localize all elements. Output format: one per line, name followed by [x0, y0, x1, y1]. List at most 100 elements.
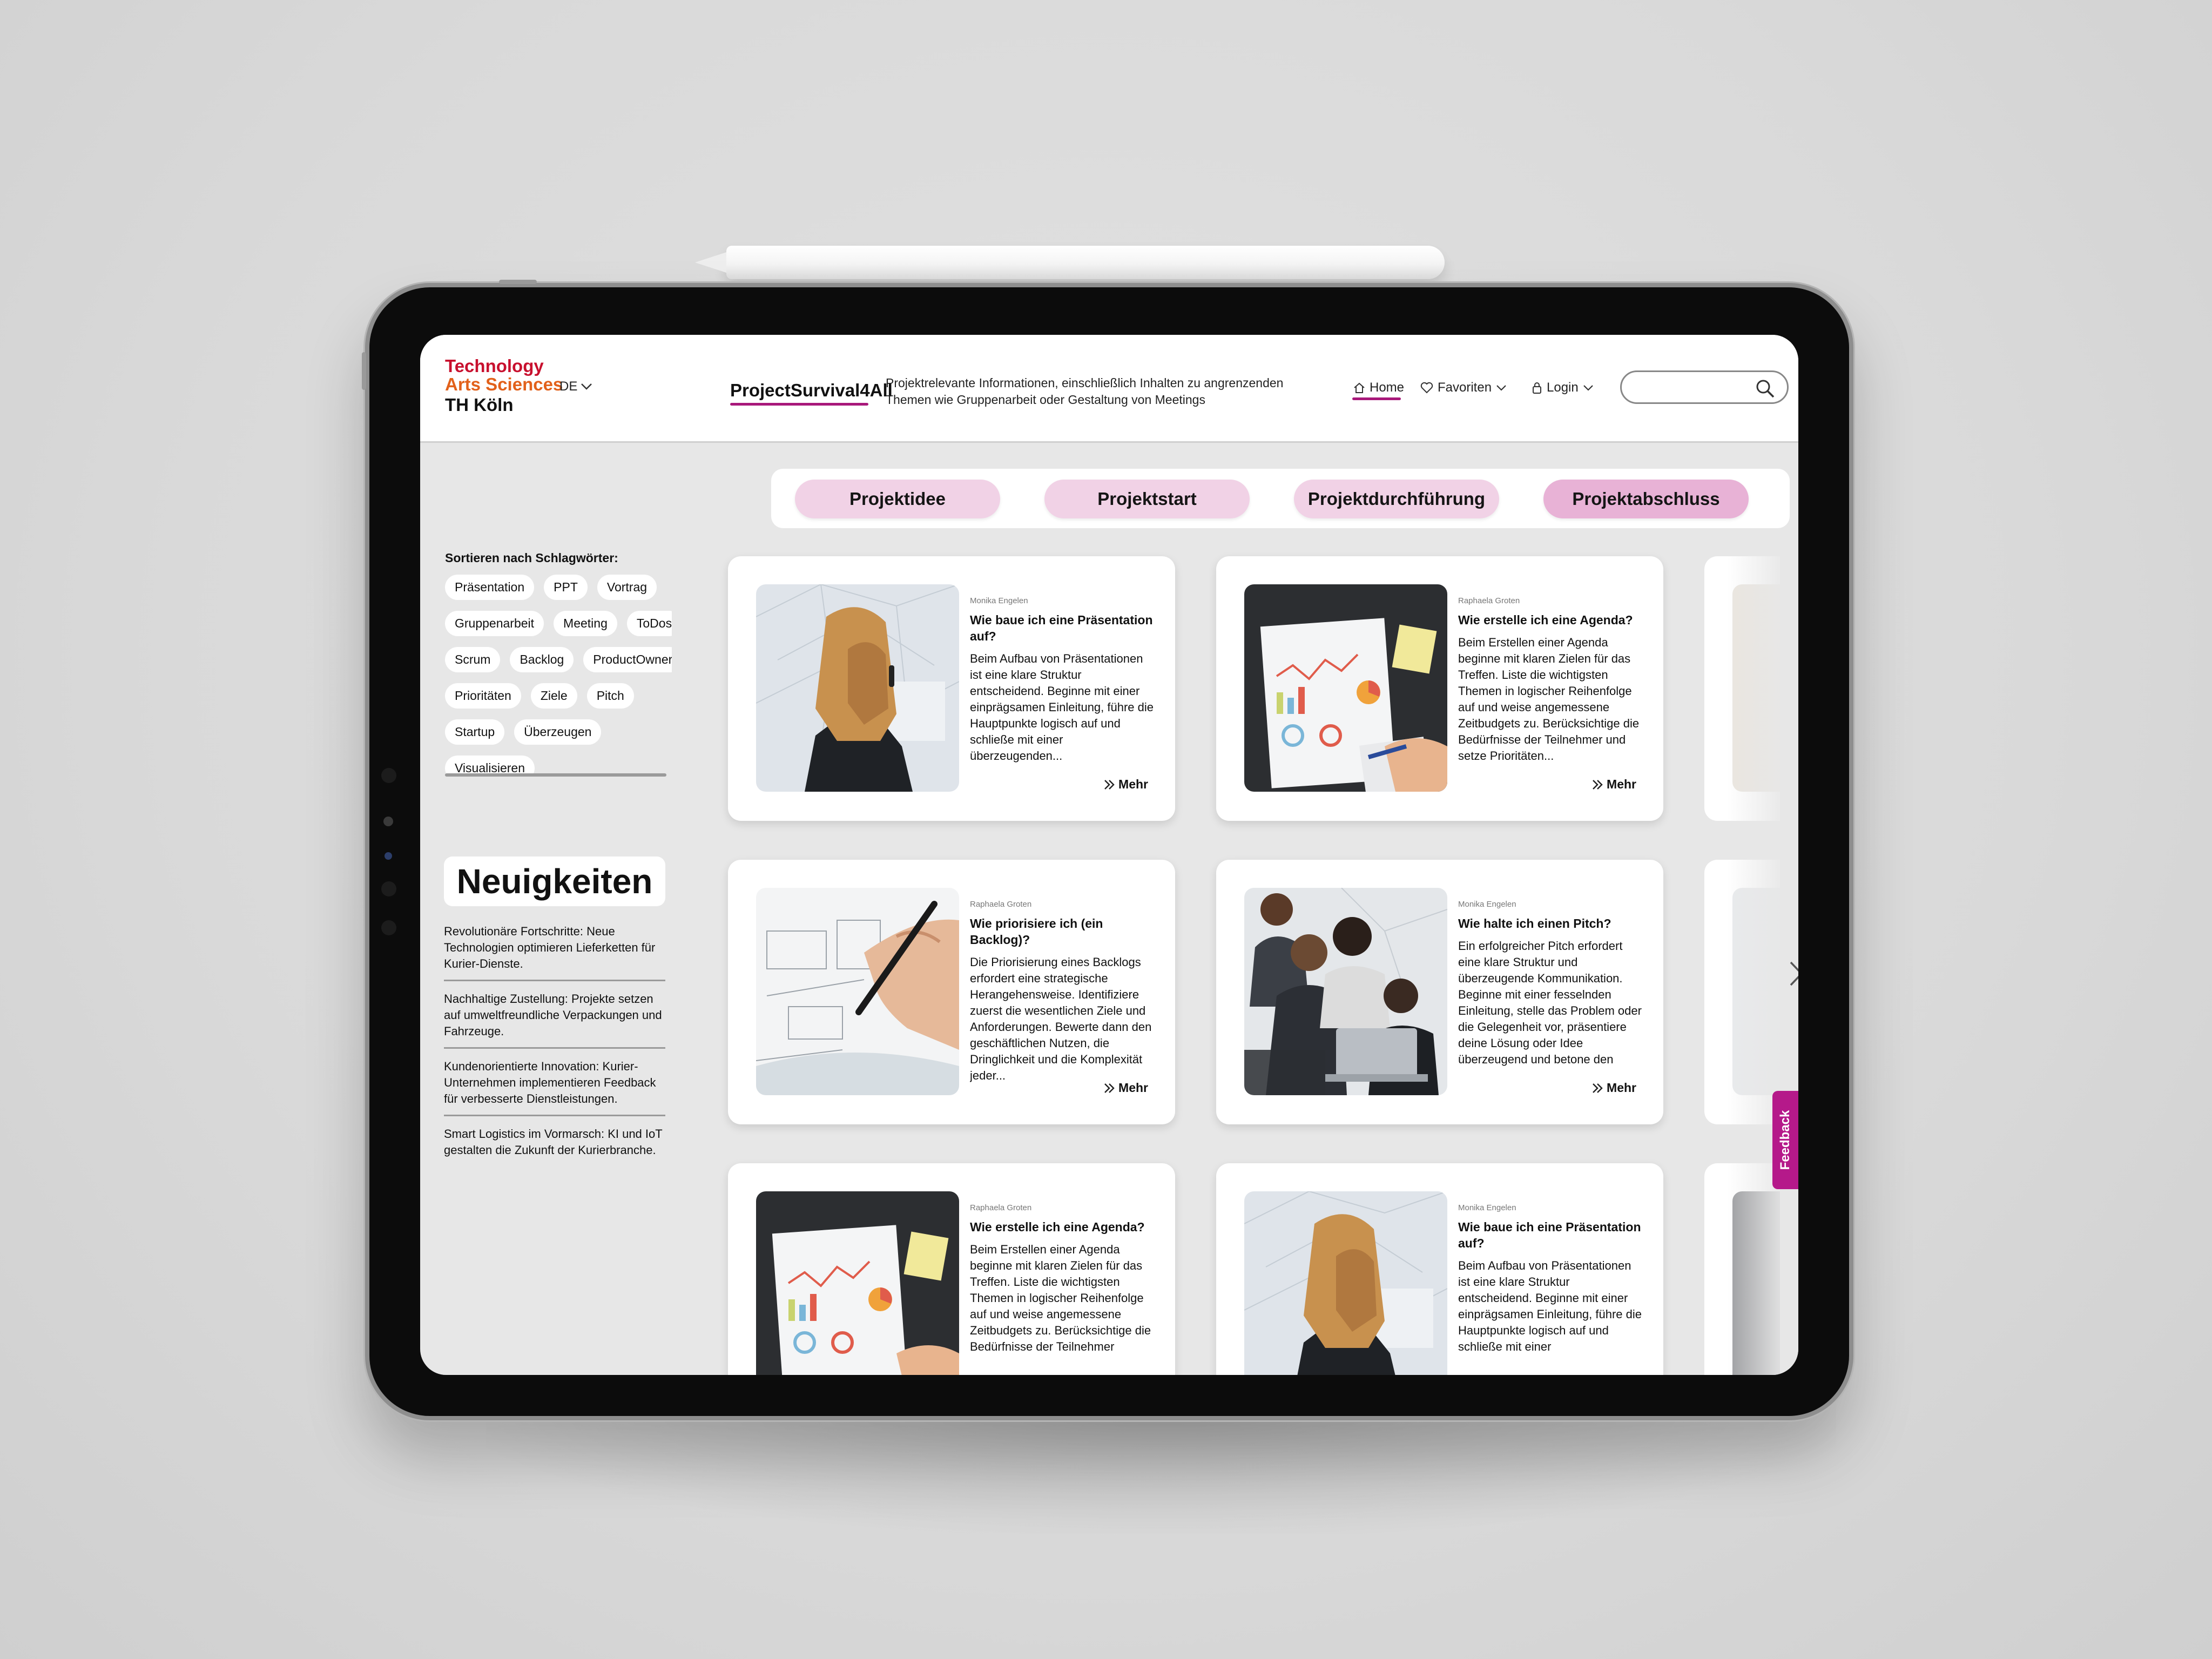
chevron-down-icon	[581, 383, 592, 390]
news-item[interactable]: Smart Logistics im Vormarsch: KI und IoT…	[444, 1126, 665, 1166]
news-item[interactable]: Revolutionäre Fortschritte: Neue Technol…	[444, 923, 665, 981]
tag-chip[interactable]: Überzeugen	[514, 719, 602, 745]
article-author: Monika Engelen	[1458, 900, 1516, 909]
article-card[interactable]: Raphaela Groten Wie erstelle ich eine Ag…	[728, 1163, 1175, 1375]
nav-login[interactable]: Login	[1532, 380, 1594, 395]
more-link[interactable]: Mehr	[1099, 1081, 1148, 1095]
chevron-down-icon	[1496, 385, 1506, 391]
tag-chip[interactable]: Präsentation	[445, 575, 535, 600]
feedback-button[interactable]: Feedback	[1772, 1091, 1798, 1189]
article-image	[756, 888, 959, 1095]
news-item[interactable]: Kundenorientierte Innovation: Kurier-Unt…	[444, 1058, 665, 1116]
tablet-device: Technology Arts Sciences TH Köln DE Proj…	[362, 280, 1853, 1420]
more-link[interactable]: Mehr	[1587, 1081, 1636, 1095]
nav-home-label: Home	[1370, 380, 1405, 395]
article-card[interactable]: Monika Engelen Wie baue ich eine Präsent…	[1216, 1163, 1663, 1375]
article-card[interactable]: Monika Engelen Wie halte ich einen Pitch…	[1216, 860, 1663, 1124]
tag-chip[interactable]: Backlog	[510, 647, 574, 672]
stylus-tip	[695, 252, 726, 273]
tab-projektdurchfuehrung[interactable]: Projektdurchführung	[1294, 480, 1499, 518]
more-label: Mehr	[1607, 777, 1636, 791]
article-author: Monika Engelen	[970, 596, 1028, 605]
tag-chip[interactable]: PPT	[544, 575, 588, 600]
tag-chip[interactable]: Gruppenarbeit	[445, 611, 544, 636]
double-chevron-right-icon	[1104, 1083, 1115, 1093]
tablet-screen: Technology Arts Sciences TH Köln DE Proj…	[420, 335, 1798, 1375]
article-text: Raphaela Groten Wie priorisiere ich (ein…	[970, 900, 1157, 1084]
article-card[interactable]: Raphaela Groten Wie priorisiere ich (ein…	[728, 860, 1175, 1124]
article-image	[1244, 1191, 1447, 1375]
logo-technology[interactable]: Technology	[445, 356, 544, 376]
stylus-pencil	[695, 246, 1445, 279]
tag-chip[interactable]: Meeting	[554, 611, 617, 636]
tag-chip[interactable]: Scrum	[445, 647, 501, 672]
article-image	[756, 1191, 959, 1375]
tab-projektabschluss[interactable]: Projektabschluss	[1543, 480, 1749, 518]
article-excerpt: Beim Erstellen einer Agenda beginne mit …	[1458, 636, 1640, 763]
more-link[interactable]: Mehr	[1099, 777, 1148, 792]
news-item[interactable]: Nachhaltige Zustellung: Projekte setzen …	[444, 991, 665, 1049]
tag-chip[interactable]: ProductOwner	[583, 647, 672, 672]
tag-filter-list: Präsentation PPT Vortrag Gruppenarbeit M…	[445, 575, 672, 774]
camera-lens	[385, 852, 392, 860]
article-text: Monika Engelen Wie halte ich einen Pitch…	[1458, 900, 1645, 1068]
brand-name[interactable]: ProjectSurvival4All	[730, 380, 893, 401]
double-chevron-right-icon	[1593, 1083, 1603, 1093]
article-author: Raphaela Groten	[1458, 596, 1520, 605]
tags-scrollbar[interactable]	[445, 773, 666, 777]
nav-home-underline	[1352, 397, 1401, 400]
search-icon[interactable]	[1755, 378, 1776, 400]
phase-tab-bar: Projektidee Projektstart Projektdurchfüh…	[771, 469, 1790, 528]
more-link[interactable]: Mehr	[1587, 777, 1636, 792]
camera-dot	[381, 920, 396, 935]
nav-favorites[interactable]: Favoriten	[1420, 380, 1507, 395]
article-title[interactable]: Wie baue ich eine Präsentation auf?	[970, 612, 1157, 644]
language-label: DE	[559, 379, 578, 394]
nav-home[interactable]: Home	[1353, 380, 1404, 395]
article-title[interactable]: Wie erstelle ich eine Agenda?	[970, 1219, 1157, 1235]
site-header: Technology Arts Sciences TH Köln DE Proj…	[420, 335, 1798, 443]
article-excerpt: Die Priorisierung eines Backlogs erforde…	[970, 955, 1152, 1082]
article-title[interactable]: Wie priorisiere ich (ein Backlog)?	[970, 915, 1157, 948]
article-excerpt: Beim Aufbau von Präsentationen ist eine …	[1458, 1259, 1642, 1353]
tag-chip[interactable]: Vortrag	[597, 575, 657, 600]
article-excerpt: Beim Erstellen einer Agenda beginne mit …	[970, 1243, 1151, 1353]
article-card[interactable]: Monika Engelen Wie baue ich eine Präsent…	[728, 556, 1175, 821]
volume-button	[499, 280, 537, 284]
more-label: Mehr	[1118, 777, 1148, 791]
tag-chip[interactable]: Pitch	[586, 683, 634, 709]
article-text: Monika Engelen Wie baue ich eine Präsent…	[1458, 1203, 1645, 1375]
news-list: Revolutionäre Fortschritte: Neue Technol…	[444, 923, 665, 1176]
article-title[interactable]: Wie erstelle ich eine Agenda?	[1458, 612, 1645, 628]
search-input[interactable]	[1620, 370, 1789, 404]
tag-chip[interactable]: Ziele	[530, 683, 577, 709]
article-title[interactable]: Wie baue ich eine Präsentation auf?	[1458, 1219, 1645, 1251]
article-author: Monika Engelen	[1458, 1203, 1516, 1212]
article-image	[1244, 888, 1447, 1095]
article-excerpt: Beim Aufbau von Präsentationen ist eine …	[970, 652, 1154, 763]
tab-projektidee[interactable]: Projektidee	[795, 480, 1000, 518]
lock-icon	[1533, 382, 1541, 394]
tag-chip[interactable]: ToDos	[626, 611, 672, 636]
logo-th-koeln[interactable]: TH Köln	[445, 395, 513, 415]
site-tagline: Projektrelevante Informationen, einschli…	[886, 376, 1284, 407]
camera-dot	[381, 768, 396, 783]
logo-arts-sciences[interactable]: Arts Sciences	[445, 375, 563, 394]
carousel-fade	[1727, 540, 1798, 1375]
article-author: Raphaela Groten	[970, 900, 1032, 909]
nav-favorites-label: Favoriten	[1438, 380, 1492, 395]
article-text: Monika Engelen Wie baue ich eine Präsent…	[970, 596, 1157, 780]
chevron-right-icon[interactable]	[1789, 960, 1798, 987]
double-chevron-right-icon	[1593, 779, 1603, 790]
article-image	[756, 584, 959, 792]
feedback-label: Feedback	[1778, 1110, 1792, 1170]
article-card[interactable]: Raphaela Groten Wie erstelle ich eine Ag…	[1216, 556, 1663, 821]
news-heading: Neuigkeiten	[444, 857, 665, 906]
language-selector[interactable]: DE	[559, 379, 592, 394]
tag-chip[interactable]: Visualisieren	[445, 756, 535, 774]
tab-projektstart[interactable]: Projektstart	[1044, 480, 1250, 518]
article-title[interactable]: Wie halte ich einen Pitch?	[1458, 915, 1645, 932]
tag-chip[interactable]: Prioritäten	[445, 683, 521, 709]
camera-dot	[381, 881, 396, 896]
tag-chip[interactable]: Startup	[445, 719, 505, 745]
